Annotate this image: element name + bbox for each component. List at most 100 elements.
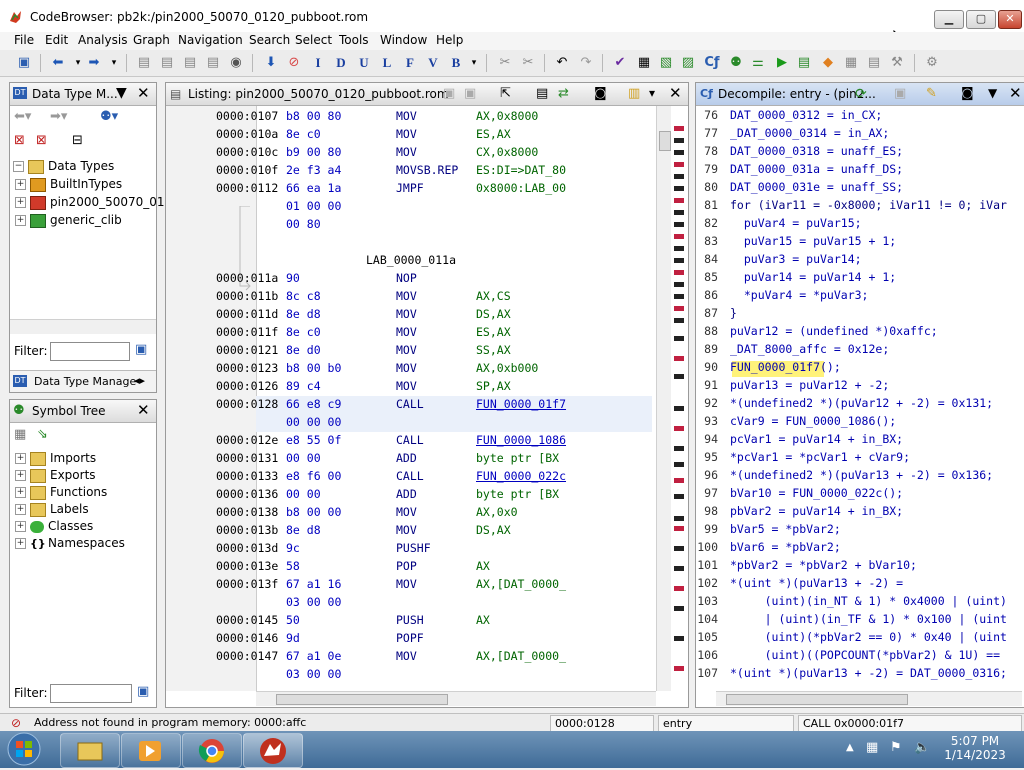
i-icon[interactable]: I [310,55,326,71]
code-text[interactable]: bVar10 = FUN_0000_022c(); [730,486,903,500]
listing-mnemonic[interactable]: MOV [396,289,417,303]
decompile-line[interactable]: 100 bVar6 = *pbVar2; [696,540,1022,558]
listing-bytes[interactable]: 8e c0 [286,127,321,141]
listing-bytes[interactable]: 9d [286,631,300,645]
menu-tools[interactable]: Tools [339,33,369,47]
panel-menu-icon[interactable]: ▼ [116,85,127,101]
listing-operand[interactable]: ES,AX [476,325,511,339]
listing-mnemonic[interactable]: MOV [396,307,417,321]
listing-address[interactable]: 0000:0121 [216,343,278,357]
graph-icon[interactable]: ⚌ [750,55,766,71]
diff-icon[interactable]: ⇄ [558,86,569,101]
listing-bytes[interactable]: b8 00 00 [286,505,341,519]
nav-data-icon[interactable]: ▤ [159,55,175,71]
listing-bytes[interactable]: 00 80 [286,217,321,231]
listing-address[interactable]: 0000:0138 [216,505,278,519]
code-text[interactable]: (uint)(in_NT & 1) * 0x4000 | (uint) [730,594,1007,608]
code-text[interactable]: FUN_0000_01f7(); [730,360,841,374]
nav-func-icon[interactable]: ◉ [228,55,244,71]
media-player-taskbar-button[interactable] [121,733,181,768]
listing-row[interactable]: 0000:0145 50 PUSH AX [166,613,656,631]
listing-row[interactable]: 0000:0107 b8 00 80 MOV AX,0x8000 [166,109,656,127]
panel-menu-icon[interactable]: ▾ [649,86,655,100]
decompile-line[interactable]: 81 for (iVar11 = -0x8000; iVar11 != 0; iV… [696,198,1022,216]
cf-icon[interactable]: Cƒ [704,55,720,71]
minimize-button[interactable]: ▁ [934,10,964,29]
code-text[interactable]: puVar15 = puVar15 + 1; [730,234,896,248]
listing-mnemonic[interactable]: MOV [396,577,417,591]
listing-row[interactable]: 0000:011f 8e c0 MOV ES,AX [166,325,656,343]
tree-item-labels[interactable]: + Labels [15,502,89,517]
menu-analysis[interactable]: Analysis [78,33,127,47]
code-text[interactable]: *(undefined2 *)(puVar13 + -2) = 0x136; [730,468,993,482]
horizontal-scrollbar[interactable] [256,691,656,706]
code-text[interactable]: | (uint)(in_TF & 1) * 0x100 | (uint [730,612,1007,626]
copy-icon[interactable]: ▣ [443,86,455,101]
code-text[interactable]: puVar4 = puVar15; [730,216,862,230]
listing-address[interactable]: 0000:0136 [216,487,278,501]
chrome-taskbar-button[interactable] [182,733,242,768]
listing-bytes[interactable]: 00 00 [286,487,321,501]
decompile-line[interactable]: 85 puVar14 = puVar14 + 1; [696,270,1022,288]
decompile-line[interactable]: 92 *(undefined2 *)(puVar12 + -2) = 0x131; [696,396,1022,414]
listing-operand[interactable]: AX,0x0 [476,505,518,519]
filter-arch-icon[interactable]: ⊠ [36,133,47,148]
decompile-line[interactable]: 78 DAT_0000_0318 = unaff_ES; [696,144,1022,162]
listing-mnemonic[interactable]: CALL [396,397,424,411]
listing-bytes[interactable]: e8 55 0f [286,433,341,447]
show-hidden-icons-icon[interactable]: ▲ [846,742,854,753]
listing-row[interactable]: 0000:010a 8e c0 MOV ES,AX [166,127,656,145]
code-text[interactable]: puVar13 = puVar12 + -2; [730,378,889,392]
listing-bytes[interactable]: 2e f3 a4 [286,163,341,177]
tree-item-namespaces[interactable]: +{} Namespaces [15,536,125,550]
listing-operand[interactable]: ES,AX [476,127,511,141]
decompile-line[interactable]: 79 DAT_0000_031a = unaff_DS; [696,162,1022,180]
symbol-filter-input[interactable] [50,684,132,703]
listing-row[interactable]: 03 00 00 [166,667,656,685]
symbol-table-icon[interactable]: ▦ [14,427,26,442]
horizontal-scrollbar[interactable] [716,691,1022,706]
ghidra-taskbar-button[interactable] [243,733,303,768]
tree-item-classes[interactable]: + Classes [15,519,93,533]
listing-row[interactable]: 0000:0146 9d POPF [166,631,656,649]
snapshot-icon[interactable]: ◙ [961,86,974,101]
forward-arrow-icon[interactable]: ➡ [86,55,102,71]
code-text[interactable]: pbVar2 = puVar14 + in_BX; [730,504,903,518]
snapshot-icon[interactable]: ◙ [594,86,607,101]
menu-file[interactable]: File [14,33,34,47]
refresh-icon[interactable]: ⟳ [855,86,867,102]
menu-graph[interactable]: Graph [133,33,170,47]
listing-operand[interactable]: CX,0x8000 [476,145,538,159]
listing-address[interactable]: 0000:010c [216,145,278,159]
d-icon[interactable]: D [333,55,349,71]
listing-operand[interactable]: SS,AX [476,343,511,357]
clear-icon[interactable]: ✂ [497,55,513,71]
decompile-line[interactable]: 84 puVar3 = puVar14; [696,252,1022,270]
listing-address[interactable]: 0000:0107 [216,109,278,123]
code-text[interactable]: _DAT_0000_0314 = in_AX; [730,126,889,140]
listing-bytes[interactable]: 89 c4 [286,379,321,393]
tree-item-exports[interactable]: + Exports [15,468,96,483]
listing-address[interactable]: 0000:010a [216,127,278,141]
decompile-line[interactable]: 102 *(uint *)(puVar13 + -2) = [696,576,1022,594]
script-icon[interactable]: ▤ [796,55,812,71]
listing-row[interactable]: 0000:011b 8c c8 MOV AX,CS [166,289,656,307]
tree-item-program[interactable]: + pin2000_50070_012... [15,195,184,210]
listing-row[interactable]: 0000:013d 9c PUSHF [166,541,656,559]
listing-mnemonic[interactable]: CALL [396,433,424,447]
code-text[interactable]: *puVar4 = *puVar3; [730,288,869,302]
listing-bytes[interactable]: 8e c0 [286,325,321,339]
listing-bytes[interactable]: 66 ea 1a [286,181,341,195]
listing-operand[interactable]: AX,[DAT_0000_ [476,649,566,663]
decompile-line[interactable]: 99 bVar5 = *pbVar2; [696,522,1022,540]
decompile-line[interactable]: 105 (uint)(*pbVar2 == 0) * 0x40 | (uint [696,630,1022,648]
decompile-line[interactable]: 101 *pbVar2 = *pbVar2 + bVar10; [696,558,1022,576]
decompile-line[interactable]: 103 (uint)(in_NT & 1) * 0x4000 | (uint) [696,594,1022,612]
decompile-line[interactable]: 88 puVar12 = (undefined *)0xaffc; [696,324,1022,342]
listing-operand[interactable]: FUN_0000_1086 [476,433,566,447]
listing-row[interactable]: 0000:011d 8e d8 MOV DS,AX [166,307,656,325]
edit-icon[interactable]: ✎ [926,86,937,101]
menu-edit[interactable]: Edit [45,33,68,47]
listing-operand[interactable]: DS,AX [476,523,511,537]
volume-icon[interactable]: 🔈 [914,740,930,755]
